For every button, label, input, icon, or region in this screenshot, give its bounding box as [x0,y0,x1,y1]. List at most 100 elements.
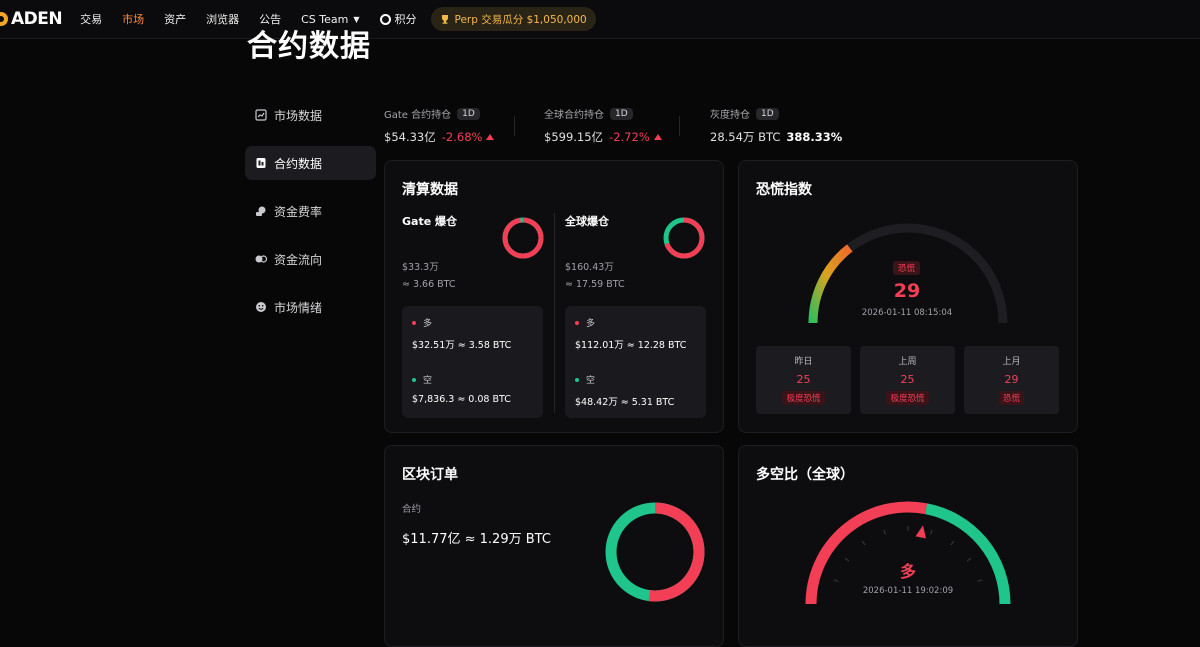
period-badge[interactable]: 1D [610,107,633,120]
gauge-tick [883,529,886,535]
sidebar-item-label: 市场情绪 [274,300,323,315]
history-yesterday: 昨日 25 极度恐慌 [756,346,851,414]
logo-text: ADEN [11,9,63,29]
fear-greed-card: 恐慌指数 恐慌 29 2026-01-11 08:15:04 昨日 25 极度恐… [738,160,1078,433]
nav-item-points[interactable]: 积分 [379,11,417,27]
sidebar-item-contract-data[interactable]: 合约数据 [245,146,376,180]
long-dot [575,320,579,325]
funding-icon [256,206,266,216]
divider [679,116,680,136]
stat-gate-oi: Gate 合约持仓 1D $54.33亿 -2.68% [384,106,495,145]
liq-total-btc: ≈ 17.59 BTC [565,279,625,290]
nav-item-announcements[interactable]: 公告 [259,11,281,27]
stats-row: Gate 合约持仓 1D $54.33亿 -2.68% 全球合约持仓 1D $599.… [384,106,1084,146]
divider [514,116,515,136]
contract-icon [256,158,266,168]
history-tag: 极度恐慌 [886,391,929,405]
logo-icon [0,12,8,26]
triangle-up-icon [486,134,495,140]
history-tag: 极度恐慌 [782,391,825,405]
long-value: $112.01万 ≈ 12.28 BTC [575,340,687,351]
sidebar-item-market-sentiment[interactable]: 市场情绪 [245,290,376,324]
short-value: $7,836.3 ≈ 0.08 BTC [412,394,511,405]
top-navbar: ADEN 交易 市场 资产 浏览器 公告 CS Team ▼ 积分 Perp 交… [0,0,1200,39]
stat-value: 28.54万 BTC [710,130,781,144]
short-dot [575,377,579,382]
history-tag: 恐慌 [998,391,1024,405]
logo[interactable]: ADEN [0,9,63,29]
gate-liquidation-donut [502,217,544,259]
block-orders-card: 区块订单 合约 $11.77亿 ≈ 1.29万 BTC [384,445,724,647]
stat-label: 全球合约持仓 [544,110,604,121]
nav-item-trade[interactable]: 交易 [80,11,102,27]
chart-icon [255,109,267,121]
long-value: $32.51万 ≈ 3.58 BTC [412,340,512,351]
history-value: 25 [796,373,811,386]
needle-icon [915,525,926,539]
sidebar-item-funding-rate[interactable]: 资金费率 [245,194,376,228]
team-label: CS Team [301,12,349,26]
stat-value: $599.15亿 [544,130,604,144]
stat-value: $54.33亿 [384,130,436,144]
chevron-down-icon: ▼ [353,14,360,24]
stat-grayscale: 灰度持仓 1D 28.54万 BTC 388.33% [710,106,842,145]
sidebar-item-label: 资金费率 [274,204,323,219]
block-orders-donut [605,502,705,602]
gauge-tick [861,540,866,546]
long-short-card: 多空比（全球） 多 2026-01-11 19:02:09 [738,445,1078,647]
timestamp: 2026-01-11 08:15:04 [861,308,953,318]
liq-total: $160.43万 [565,262,614,273]
fear-greed-value: 29 [893,280,921,302]
stat-change: 388.33% [786,130,843,144]
sidebar-item-fund-flow[interactable]: 资金流向 [245,242,376,276]
gate-liq-breakdown: 多 $32.51万 ≈ 3.58 BTC 空 $7,836.3 ≈ 0.08 B… [402,306,543,418]
long-short-label: 多 [899,562,916,581]
history-last-month: 上月 29 恐慌 [964,346,1059,414]
long-label: 多 [423,319,433,329]
history-label: 昨日 [794,357,813,367]
short-label: 空 [586,376,596,386]
promo-banner[interactable]: Perp 交易瓜分 $1,050,000 [430,7,596,31]
global-liquidation-donut [663,217,705,259]
nav-item-assets[interactable]: 资产 [164,11,186,27]
block-orders-label: 合约 [402,504,422,515]
nav-item-market[interactable]: 市场 [122,11,144,27]
team-dropdown[interactable]: CS Team ▼ [301,13,359,26]
long-dot [412,320,416,325]
sentiment-tag: 恐慌 [893,261,921,275]
long-label: 多 [586,319,596,329]
sidebar-item-label: 资金流向 [274,252,323,267]
gauge-tick [950,540,955,546]
points-icon [379,13,391,25]
sidebar-item-label: 合约数据 [274,156,323,171]
stat-label: Gate 合约持仓 [384,110,452,121]
smile-icon [256,302,266,312]
history-last-week: 上周 25 极度恐慌 [860,346,955,414]
stat-label: 灰度持仓 [710,110,750,121]
stat-global-oi: 全球合约持仓 1D $599.15亿 -2.72% [544,106,662,145]
period-badge[interactable]: 1D [756,107,779,120]
card-title: 清算数据 [402,182,458,198]
history-label: 上周 [898,357,917,367]
page-title: 合约数据 [247,29,371,64]
short-value: $48.42万 ≈ 5.31 BTC [575,397,675,408]
trophy-icon [441,15,448,24]
period-badge[interactable]: 1D [457,107,480,120]
sidebar: 市场数据 合约数据 资金费率 资金流向 市场情绪 [245,98,376,338]
triangle-up-icon [653,134,662,140]
liq-total-btc: ≈ 3.66 BTC [402,279,456,290]
stat-change: -2.72% [609,130,650,144]
promo-text: Perp 交易瓜分 $1,050,000 [454,13,587,26]
short-label: 空 [423,376,433,386]
history-value: 29 [1004,373,1019,386]
points-label: 积分 [394,13,417,26]
sidebar-item-market-data[interactable]: 市场数据 [245,98,376,132]
card-title: 区块订单 [402,467,458,483]
sidebar-item-label: 市场数据 [274,108,323,123]
flow-icon [255,255,267,263]
divider [554,213,555,413]
nav-item-explorer[interactable]: 浏览器 [206,11,239,27]
history-value: 25 [900,373,915,386]
history-label: 上月 [1002,357,1021,367]
long-arc [502,217,544,259]
